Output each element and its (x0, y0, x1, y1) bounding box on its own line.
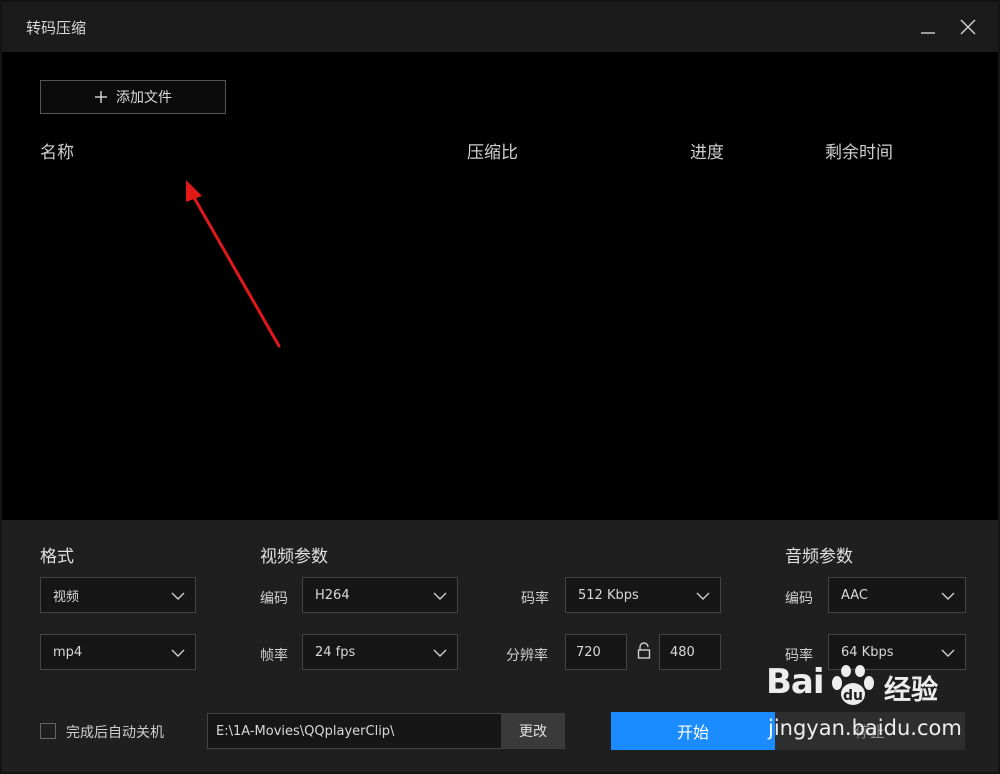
close-icon (960, 19, 976, 35)
output-path-field[interactable]: E:\1A-Movies\QQplayerClip\ (207, 713, 503, 749)
title-bar: 转码压缩 (2, 2, 998, 52)
video-codec-label: 编码 (260, 591, 288, 607)
format-container-value: mp4 (53, 644, 83, 660)
video-bitrate-select[interactable]: 512 Kbps (565, 577, 721, 613)
window-title: 转码压缩 (26, 19, 87, 37)
minimize-button[interactable] (916, 15, 940, 39)
paw-icon: du (832, 665, 874, 705)
video-bitrate-value: 512 Kbps (578, 587, 639, 603)
add-file-button[interactable]: 添加文件 (40, 80, 226, 114)
column-header-name: 名称 (40, 143, 74, 163)
chevron-down-icon (171, 649, 185, 657)
baidu-jingyan-watermark: Bai du 经验 jingyan.baidu.com (766, 662, 962, 756)
change-path-button[interactable]: 更改 (501, 713, 565, 749)
audio-section-title: 音频参数 (785, 547, 853, 567)
add-file-label: 添加文件 (116, 90, 172, 106)
watermark-logo-cn: 经验 (884, 675, 938, 706)
format-type-value: 视频 (53, 589, 80, 605)
column-header-remaining-time: 剩余时间 (825, 143, 893, 163)
auto-shutdown-checkbox[interactable] (40, 723, 56, 739)
chevron-down-icon (941, 649, 955, 657)
file-list-area: 添加文件 名称 压缩比 进度 剩余时间 (2, 52, 998, 520)
column-header-progress: 进度 (690, 143, 724, 163)
format-section-title: 格式 (40, 547, 74, 567)
video-codec-value: H264 (315, 587, 350, 603)
change-path-label: 更改 (519, 724, 547, 740)
chevron-down-icon (941, 592, 955, 600)
audio-codec-select[interactable]: AAC (828, 577, 966, 613)
resolution-height-input[interactable]: 480 (659, 634, 721, 670)
format-container-select[interactable]: mp4 (40, 634, 196, 670)
watermark-logo-text: Bai (766, 662, 825, 702)
audio-codec-value: AAC (841, 587, 868, 603)
video-framerate-label: 帧率 (260, 648, 288, 664)
start-button[interactable]: 开始 (611, 712, 775, 750)
resolution-width-value: 720 (576, 644, 601, 660)
svg-text:du: du (843, 688, 863, 704)
column-header-compression-ratio: 压缩比 (467, 143, 518, 163)
transcode-window: 转码压缩 添加文件 名称 压缩比 进度 剩余时间 格式 视频 mp4 视频参数 … (2, 2, 998, 772)
resolution-width-input[interactable]: 720 (565, 634, 627, 670)
chevron-down-icon (433, 592, 447, 600)
watermark-url: jingyan.baidu.com (768, 716, 962, 740)
video-codec-select[interactable]: H264 (302, 577, 458, 613)
plus-icon (94, 90, 108, 104)
video-framerate-select[interactable]: 24 fps (302, 634, 458, 670)
start-button-label: 开始 (676, 723, 709, 742)
unlock-icon[interactable] (636, 642, 652, 660)
audio-bitrate-value: 64 Kbps (841, 644, 894, 660)
close-button[interactable] (956, 15, 980, 39)
output-path-value: E:\1A-Movies\QQplayerClip\ (216, 723, 395, 739)
video-bitrate-label: 码率 (521, 591, 549, 607)
chevron-down-icon (696, 592, 710, 600)
format-type-select[interactable]: 视频 (40, 577, 196, 613)
chevron-down-icon (171, 592, 185, 600)
auto-shutdown-label: 完成后自动关机 (66, 725, 164, 741)
annotation-arrow (186, 180, 281, 348)
video-resolution-label: 分辨率 (506, 648, 548, 664)
audio-codec-label: 编码 (785, 591, 813, 607)
resolution-height-value: 480 (670, 644, 695, 660)
chevron-down-icon (433, 649, 447, 657)
minimize-icon (921, 32, 935, 34)
video-section-title: 视频参数 (260, 547, 328, 567)
video-framerate-value: 24 fps (315, 644, 356, 660)
